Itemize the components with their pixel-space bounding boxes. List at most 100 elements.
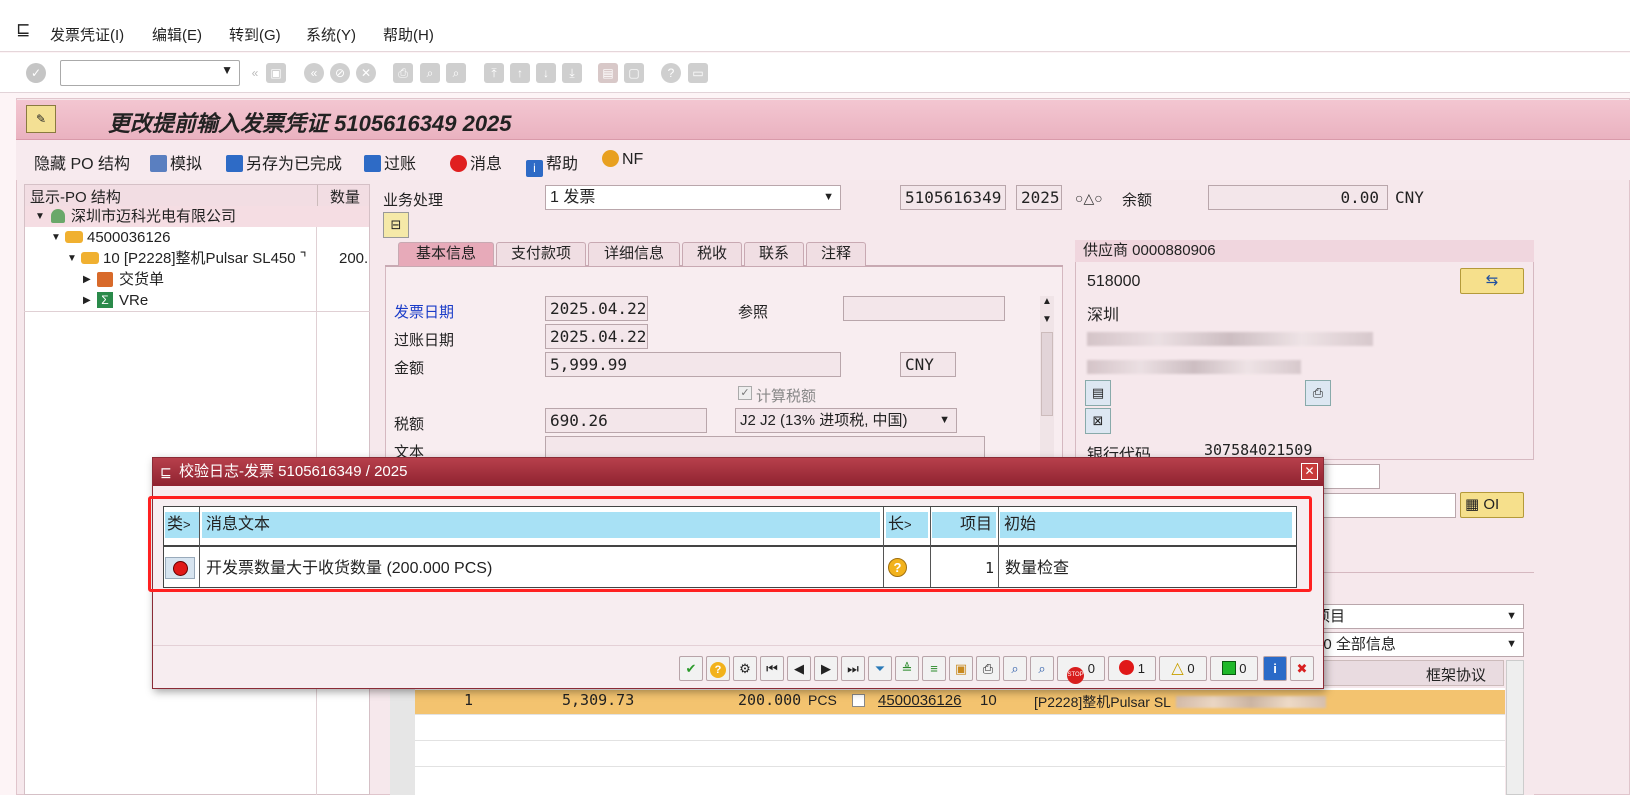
tab-notes[interactable]: 注释 [806,242,866,266]
tax-amount-label: 税额 [394,416,425,433]
collapse-icon[interactable]: « [245,63,265,83]
row-po-link[interactable]: 4500036126 [878,692,961,709]
hide-po-structure-button[interactable]: 隐藏 PO 结构 [34,150,130,174]
cancel-icon[interactable]: ✖ [1290,656,1314,681]
stop-count-button[interactable]: STOP 0 [1057,656,1105,684]
menu-help[interactable]: 帮助(H) [383,24,434,45]
open-items-button[interactable]: ▦ OI [1460,492,1524,518]
window-menu-icon[interactable]: ⊑ [16,20,30,40]
tree-node-vre[interactable]: ▶ Σ VRe [25,290,369,311]
scroll-thumb[interactable] [1041,332,1053,416]
row-checkbox[interactable] [852,694,865,707]
previous-icon[interactable]: ◀ [787,656,811,681]
menu-invoice-document[interactable]: 发票凭证(I) [50,24,124,45]
cancel-icon[interactable]: ✕ [356,63,376,83]
shortcut-icon[interactable]: ▢ [624,63,644,83]
supplier-details-icon[interactable]: ⎙ [1305,380,1331,406]
help-icon[interactable]: ? [661,63,681,83]
next-icon[interactable]: ▶ [814,656,838,681]
status-lights-icon: ○△○ [1075,190,1103,206]
tree-node-vendor[interactable]: ▼ 深圳市迈科光电有限公司 [25,206,369,227]
find-next-icon[interactable]: ⌕ [1030,656,1054,681]
address-book-icon[interactable]: ▤ [1085,380,1111,406]
menu-edit[interactable]: 编辑(E) [152,24,202,45]
layout-toggle-icon[interactable]: ⊟ [383,212,409,238]
tree-node-item[interactable]: ▼ 10 [P2228]整机Pulsar SL450 ⌝ 200. [25,248,369,269]
post-button[interactable]: 过账 [364,150,416,174]
extra-field[interactable] [1322,493,1456,518]
menu-system[interactable]: 系统(Y) [306,24,356,45]
sort-ascending-icon[interactable]: ≜ [895,656,919,681]
layout-select[interactable]: 项目 ▼ [1310,604,1524,629]
nf-button[interactable]: NF [602,150,643,169]
customize-layout-icon[interactable]: ▭ [688,63,708,83]
info-icon[interactable]: i [1263,656,1287,681]
tax-code-select[interactable]: J2 J2 (13% 进项税, 中国) ▼ [735,408,957,433]
confirm-check-icon[interactable]: ✔ [679,656,703,681]
find-icon[interactable]: ⌕ [420,63,440,83]
expand-icon[interactable]: ▼ [51,227,61,248]
tax-amount-field[interactable]: 690.26 [545,408,707,433]
reference-field[interactable] [843,296,1005,321]
expand-right-icon[interactable]: ▶ [83,290,91,311]
save-as-complete-label: 另存为已完成 [246,156,343,173]
reference-label: 参照 [738,304,769,321]
print-icon[interactable]: ⎙ [976,656,1000,681]
messages-button[interactable]: 消息 [450,150,502,174]
scroll-up-icon[interactable]: ▲ [1042,296,1052,307]
tab-payment[interactable]: 支付款项 [496,242,586,266]
scroll-down-icon[interactable]: ▼ [1042,314,1052,325]
close-icon[interactable]: ✕ [1301,463,1318,480]
posting-date-field[interactable]: 2025.04.22 [545,324,648,349]
form-scrollbar[interactable]: ▲ ▼ [1040,296,1054,460]
expand-icon[interactable]: ▼ [35,206,45,227]
layout-icon[interactable]: ▣ [949,656,973,681]
simulate-button[interactable]: 模拟 [150,150,202,174]
previous-page-icon[interactable]: ↑ [510,63,530,83]
tab-tax[interactable]: 税收 [682,242,742,266]
help-button[interactable]: i 帮助 [526,150,578,177]
save-as-complete-button[interactable]: 另存为已完成 [226,150,342,174]
partner-bank-field[interactable] [1322,464,1380,489]
filter-icon[interactable]: ⏷ [868,656,892,681]
exit-icon[interactable]: ⊘ [330,63,350,83]
edit-address-icon[interactable]: ⇆ [1460,268,1524,294]
sort-descending-icon[interactable]: ≡ [922,656,946,681]
warning-count-button[interactable]: △ 0 [1159,656,1207,681]
success-count-button[interactable]: 0 [1210,656,1258,681]
error-count-button[interactable]: 1 [1108,656,1156,681]
tab-details[interactable]: 详细信息 [588,242,680,266]
item-filter-select[interactable]: 10 全部信息 ▼ [1310,632,1524,657]
tab-basic-info[interactable]: 基本信息 [398,242,494,266]
currency-field[interactable]: CNY [900,352,956,377]
invoice-date-field[interactable]: 2025.04.22 [545,296,648,321]
last-icon[interactable]: ⏭ [841,656,865,681]
first-page-icon[interactable]: ⤒ [484,63,504,83]
next-page-icon[interactable]: ↓ [536,63,556,83]
tools-icon[interactable]: ⚙ [733,656,757,681]
print-icon[interactable]: ⎙ [393,63,413,83]
save-icon[interactable]: ▣ [266,63,286,83]
tab-contact[interactable]: 联系 [744,242,804,266]
first-icon[interactable]: ⏮ [760,656,784,681]
find-icon[interactable]: ⌕ [1003,656,1027,681]
new-session-icon[interactable]: ▤ [598,63,618,83]
table-scrollbar[interactable] [1506,660,1524,795]
transaction-select[interactable]: 1 发票 ▼ [545,185,841,210]
last-page-icon[interactable]: ⤓ [562,63,582,83]
command-field[interactable]: ▼ [60,60,240,86]
help-circle-icon[interactable]: ? [706,656,730,681]
expand-right-icon[interactable]: ▶ [83,269,91,290]
amount-field[interactable]: 5,999.99 [545,352,841,377]
expand-icon[interactable]: ▼ [67,248,77,269]
row-selector-column[interactable] [390,688,415,795]
menu-goto[interactable]: 转到(G) [229,24,281,45]
tree-header: 显示-PO 结构 数量 [25,185,369,207]
bank-data-icon[interactable]: ⊠ [1085,408,1111,434]
tree-node-po[interactable]: ▼ 4500036126 [25,227,369,248]
calc-tax-checkbox[interactable]: ✓ [738,386,752,400]
find-next-icon[interactable]: ⌕ [446,63,466,83]
enter-check-icon[interactable]: ✓ [26,63,46,83]
tree-node-delivery[interactable]: ▶ 交货单 [25,269,369,290]
back-icon[interactable]: « [304,63,324,83]
